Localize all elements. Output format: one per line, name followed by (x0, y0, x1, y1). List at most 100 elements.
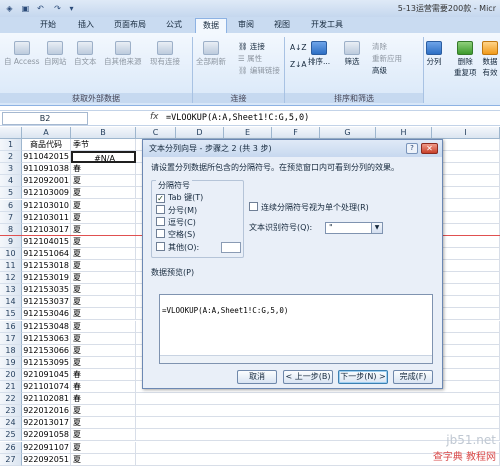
cell-b[interactable]: 夏 (71, 344, 136, 357)
space-delimiter-checkbox[interactable]: 空格(S) (156, 229, 195, 240)
connections-link[interactable]: ⛓ 连接 (238, 41, 265, 52)
cell-a[interactable]: 912153095 (22, 356, 71, 369)
row-header[interactable]: 17 (0, 332, 22, 345)
other-delimiter-checkbox[interactable]: 其他(O): (156, 242, 199, 253)
cell-b[interactable]: 夏 (71, 272, 136, 285)
cell-a[interactable]: 922012016 (22, 405, 71, 418)
from-text-button[interactable]: 自文本 (74, 41, 97, 67)
column-header[interactable]: C (136, 127, 176, 139)
office-logo-icon[interactable]: ◈ (4, 3, 15, 14)
tab-delimiter-checkbox[interactable]: ✓ Tab 键(T) (156, 192, 203, 203)
empty-cells[interactable] (136, 417, 500, 430)
data-validation-button[interactable]: 数据 有效 (482, 41, 498, 78)
cell-a[interactable]: 912153037 (22, 296, 71, 309)
from-access-button[interactable]: 自 Access (4, 41, 40, 67)
next-button[interactable]: 下一步(N) > (338, 370, 388, 384)
active-cell-b2[interactable]: #N/A (71, 151, 136, 164)
undo-icon[interactable]: ↶ (35, 3, 46, 14)
row-header[interactable]: 11 (0, 260, 22, 273)
cell-a[interactable]: 912103010 (22, 199, 71, 212)
cell-b[interactable]: 夏 (71, 175, 136, 188)
tab-data[interactable]: 数据 (195, 18, 227, 33)
cell-a[interactable]: 912153066 (22, 344, 71, 357)
row-header[interactable]: 20 (0, 368, 22, 381)
empty-cells[interactable] (136, 405, 500, 418)
cancel-button[interactable]: 取消 (237, 370, 277, 384)
cell-a[interactable]: 912153048 (22, 320, 71, 333)
cell-b[interactable]: 春 (71, 163, 136, 176)
quick-access-dropdown-icon[interactable]: ▾ (66, 3, 77, 14)
row-header[interactable]: 6 (0, 199, 22, 212)
row-header[interactable]: 16 (0, 320, 22, 333)
preview-horizontal-scrollbar[interactable] (160, 355, 432, 363)
back-button[interactable]: < 上一步(B) (283, 370, 333, 384)
cell-b[interactable]: 夏 (71, 332, 136, 345)
cell-a[interactable]: 912153019 (22, 272, 71, 285)
sort-button[interactable]: 排序... (308, 41, 330, 67)
cell-a[interactable]: 921091045 (22, 368, 71, 381)
row-header[interactable]: 5 (0, 187, 22, 200)
advanced-filter-button[interactable]: 高级 (372, 65, 387, 76)
formula-input[interactable]: =VLOOKUP(A:A,Sheet1!C:G,5,0) (166, 112, 309, 125)
cell-a[interactable]: 921101074 (22, 381, 71, 394)
cell-a[interactable]: 912153018 (22, 260, 71, 273)
tab-formulas[interactable]: 公式 (160, 18, 188, 33)
row-header[interactable]: 1 (0, 139, 22, 152)
sort-ascending-button[interactable]: A↓Z (290, 43, 307, 52)
cell-b[interactable]: 夏 (71, 199, 136, 212)
tab-home[interactable]: 开始 (34, 18, 62, 33)
consecutive-delimiters-checkbox[interactable]: 连续分隔符号视为单个处理(R) (249, 202, 369, 213)
row-header[interactable]: 7 (0, 211, 22, 224)
row-header[interactable]: 21 (0, 381, 22, 394)
column-header[interactable]: E (224, 127, 272, 139)
row-header[interactable]: 8 (0, 223, 22, 236)
cell-b[interactable]: 春 (71, 381, 136, 394)
row-header[interactable]: 18 (0, 344, 22, 357)
tab-view[interactable]: 视图 (268, 18, 296, 33)
cell-b[interactable]: 夏 (71, 187, 136, 200)
row-header[interactable]: 15 (0, 308, 22, 321)
insert-function-icon[interactable]: fx (150, 112, 159, 122)
cell-b[interactable]: 夏 (71, 247, 136, 260)
cell-b[interactable]: 春 (71, 393, 136, 406)
sort-descending-button[interactable]: Z↓A (290, 60, 307, 69)
from-other-sources-button[interactable]: 自其他来源 (104, 41, 142, 67)
row-header[interactable]: 12 (0, 272, 22, 285)
cell-a[interactable]: 912103009 (22, 187, 71, 200)
cell-b[interactable]: 夏 (71, 405, 136, 418)
row-header[interactable]: 23 (0, 405, 22, 418)
cell-a[interactable]: 912153035 (22, 284, 71, 297)
redo-icon[interactable]: ↷ (52, 3, 63, 14)
cell-a[interactable]: 922091058 (22, 429, 71, 442)
row-header[interactable]: 9 (0, 235, 22, 248)
tab-page-layout[interactable]: 页面布局 (108, 18, 152, 33)
text-to-columns-button[interactable]: 分列 (426, 41, 442, 67)
row-header[interactable]: 26 (0, 441, 22, 454)
cell-b[interactable]: 夏 (71, 296, 136, 309)
tab-review[interactable]: 审阅 (232, 18, 260, 33)
row-header[interactable]: 3 (0, 163, 22, 176)
remove-duplicates-button[interactable]: 删除 重复项 (454, 41, 477, 78)
edit-links-link[interactable]: ⛓ 编辑链接 (238, 65, 280, 76)
cell-b[interactable]: 夏 (71, 235, 136, 248)
column-header[interactable]: B (71, 127, 136, 139)
comma-delimiter-checkbox[interactable]: 逗号(C) (156, 217, 196, 228)
cell-a[interactable]: 912092001 (22, 175, 71, 188)
row-header[interactable]: 19 (0, 356, 22, 369)
column-header[interactable]: H (376, 127, 432, 139)
row-header[interactable]: 2 (0, 151, 22, 164)
cell-a[interactable]: 922091107 (22, 441, 71, 454)
reapply-filter-button[interactable]: 重新应用 (372, 53, 402, 64)
cell-b[interactable]: 夏 (71, 320, 136, 333)
cell-b[interactable]: 夏 (71, 429, 136, 442)
text-qualifier-select[interactable]: " ▼ (325, 222, 383, 234)
column-header[interactable]: F (272, 127, 320, 139)
help-icon[interactable]: ? (406, 143, 418, 154)
other-delimiter-input[interactable] (221, 242, 241, 253)
cell-a[interactable]: 911091038 (22, 163, 71, 176)
clear-filter-button[interactable]: 清除 (372, 41, 387, 52)
semicolon-delimiter-checkbox[interactable]: 分号(M) (156, 205, 197, 216)
column-header[interactable]: A (22, 127, 71, 139)
existing-connections-button[interactable]: 现有连接 (150, 41, 180, 67)
row-header[interactable]: 27 (0, 453, 22, 466)
